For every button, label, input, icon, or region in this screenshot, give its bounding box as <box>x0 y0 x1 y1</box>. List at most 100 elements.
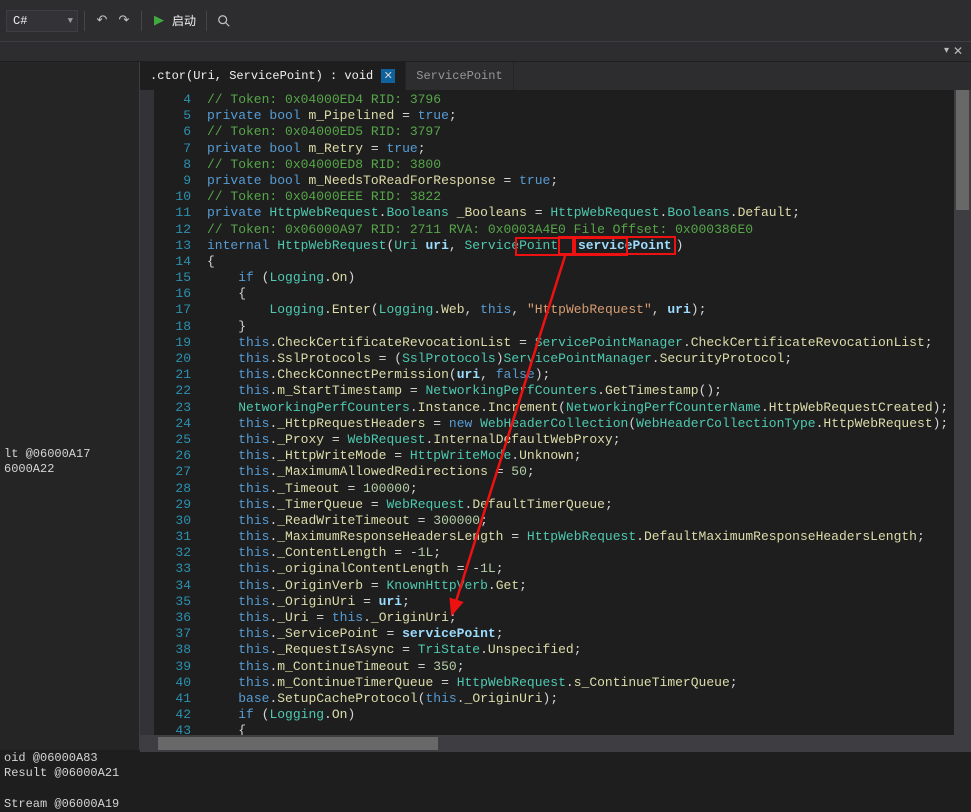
code-line: { <box>199 286 954 302</box>
line-number: 22 <box>154 383 191 399</box>
close-icon[interactable]: ✕ <box>381 69 395 83</box>
line-number: 38 <box>154 642 191 658</box>
line-number: 21 <box>154 367 191 383</box>
line-number: 16 <box>154 286 191 302</box>
line-number: 33 <box>154 561 191 577</box>
line-number: 29 <box>154 497 191 513</box>
code-line: private bool m_Retry = true; <box>199 141 954 157</box>
line-number: 27 <box>154 464 191 480</box>
line-number: 6 <box>154 124 191 140</box>
line-number: 30 <box>154 513 191 529</box>
code-line: this.CheckCertificateRevocationList = Se… <box>199 335 954 351</box>
search-icon[interactable] <box>213 10 235 32</box>
code-line: Logging.Enter(Logging.Web, this, "HttpWe… <box>199 302 954 318</box>
line-number: 7 <box>154 141 191 157</box>
code-line: // Token: 0x04000ED4 RID: 3796 <box>199 92 954 108</box>
launch-label[interactable]: 启动 <box>172 12 196 29</box>
code-line: this._ServicePoint = servicePoint; <box>199 626 954 642</box>
code-line: this.SslProtocols = (SslProtocols)Servic… <box>199 351 954 367</box>
line-number: 5 <box>154 108 191 124</box>
code-line: this._Uri = this._OriginUri; <box>199 610 954 626</box>
code-line: // Token: 0x04000EEE RID: 3822 <box>199 189 954 205</box>
line-number: 40 <box>154 675 191 691</box>
tab-ctor[interactable]: .ctor(Uri, ServicePoint) : void ✕ <box>140 62 406 90</box>
code-line: this._ReadWriteTimeout = 300000; <box>199 513 954 529</box>
code-line: this._originalContentLength = -1L; <box>199 561 954 577</box>
code-line: private bool m_Pipelined = true; <box>199 108 954 124</box>
code-line: NetworkingPerfCounters.Instance.Incremen… <box>199 400 954 416</box>
language-combo[interactable]: C# ▼ <box>6 10 78 32</box>
code-line: this._RequestIsAsync = TriState.Unspecif… <box>199 642 954 658</box>
line-number: 11 <box>154 205 191 221</box>
code-line: this._OriginVerb = KnownHttpVerb.Get; <box>199 578 954 594</box>
code-line: this.m_ContinueTimeout = 350; <box>199 659 954 675</box>
line-number: 28 <box>154 481 191 497</box>
outline-margin <box>140 90 154 750</box>
sidebar-item[interactable]: 6000A22 <box>0 461 139 477</box>
code-line: this._HttpWriteMode = HttpWriteMode.Unkn… <box>199 448 954 464</box>
undo-icon[interactable]: ↶ <box>91 10 113 32</box>
line-number: 8 <box>154 157 191 173</box>
separator <box>206 11 207 31</box>
line-number: 18 <box>154 319 191 335</box>
tab-servicepoint[interactable]: ServicePoint <box>406 62 513 90</box>
scrollbar-vertical[interactable] <box>954 90 971 750</box>
code-editor[interactable]: 4567891011121314151617181920212223242526… <box>140 90 971 750</box>
sidebar: lt @06000A176000A22oid @06000A83Result @… <box>0 62 140 750</box>
sidebar-item[interactable]: lt @06000A17 <box>0 446 139 462</box>
tab-label: ServicePoint <box>416 69 502 83</box>
code-line: // Token: 0x04000ED8 RID: 3800 <box>199 157 954 173</box>
code-line: this._OriginUri = uri; <box>199 594 954 610</box>
line-number: 26 <box>154 448 191 464</box>
line-number: 42 <box>154 707 191 723</box>
code-line: this._Proxy = WebRequest.InternalDefault… <box>199 432 954 448</box>
code-line: this._ContentLength = -1L; <box>199 545 954 561</box>
line-number: 9 <box>154 173 191 189</box>
code-line: base.SetupCacheProtocol(this._OriginUri)… <box>199 691 954 707</box>
sidebar-item[interactable]: Stream @06000A19 <box>0 796 139 812</box>
line-number: 36 <box>154 610 191 626</box>
language-combo-text: C# <box>13 14 27 28</box>
separator <box>141 11 142 31</box>
code-line: this.m_ContinueTimerQueue = HttpWebReque… <box>199 675 954 691</box>
code-area[interactable]: // Token: 0x04000ED4 RID: 3796private bo… <box>199 90 954 750</box>
tab-label: .ctor(Uri, ServicePoint) : void <box>150 69 373 83</box>
scrollbar-horizontal[interactable] <box>140 735 971 752</box>
code-line: // Token: 0x04000ED5 RID: 3797 <box>199 124 954 140</box>
code-line: if (Logging.On) <box>199 270 954 286</box>
line-number: 15 <box>154 270 191 286</box>
code-line: } <box>199 319 954 335</box>
left-panel-header: ▾ ✕ <box>0 42 971 62</box>
redo-icon[interactable]: ↷ <box>113 10 135 32</box>
line-number: 14 <box>154 254 191 270</box>
code-line: private bool m_NeedsToReadForResponse = … <box>199 173 954 189</box>
play-icon[interactable]: ▶ <box>148 10 170 32</box>
line-number: 12 <box>154 222 191 238</box>
code-line: this._MaximumResponseHeadersLength = Htt… <box>199 529 954 545</box>
line-number: 35 <box>154 594 191 610</box>
close-icon[interactable]: ✕ <box>951 44 965 58</box>
code-line: this.m_StartTimestamp = NetworkingPerfCo… <box>199 383 954 399</box>
sidebar-item[interactable]: Result @06000A21 <box>0 765 139 781</box>
line-number: 17 <box>154 302 191 318</box>
code-line: this._TimerQueue = WebRequest.DefaultTim… <box>199 497 954 513</box>
line-number: 23 <box>154 400 191 416</box>
line-number: 41 <box>154 691 191 707</box>
document-tabs: .ctor(Uri, ServicePoint) : void ✕ Servic… <box>140 62 971 90</box>
line-number: 37 <box>154 626 191 642</box>
line-number: 20 <box>154 351 191 367</box>
code-line: private HttpWebRequest.Booleans _Boolean… <box>199 205 954 221</box>
line-number: 34 <box>154 578 191 594</box>
code-line: { <box>199 254 954 270</box>
line-gutter: 4567891011121314151617181920212223242526… <box>154 90 199 750</box>
line-number: 24 <box>154 416 191 432</box>
scrollbar-thumb[interactable] <box>956 90 969 210</box>
code-line: this._HttpRequestHeaders = new WebHeader… <box>199 416 954 432</box>
scrollbar-thumb[interactable] <box>158 737 438 750</box>
line-number: 32 <box>154 545 191 561</box>
line-number: 13 <box>154 238 191 254</box>
pin-icon[interactable]: ▾ <box>944 45 949 57</box>
sidebar-item[interactable]: oid @06000A83 <box>0 750 139 766</box>
separator <box>84 11 85 31</box>
toolbar: C# ▼ ↶ ↷ ▶ 启动 <box>0 0 971 42</box>
